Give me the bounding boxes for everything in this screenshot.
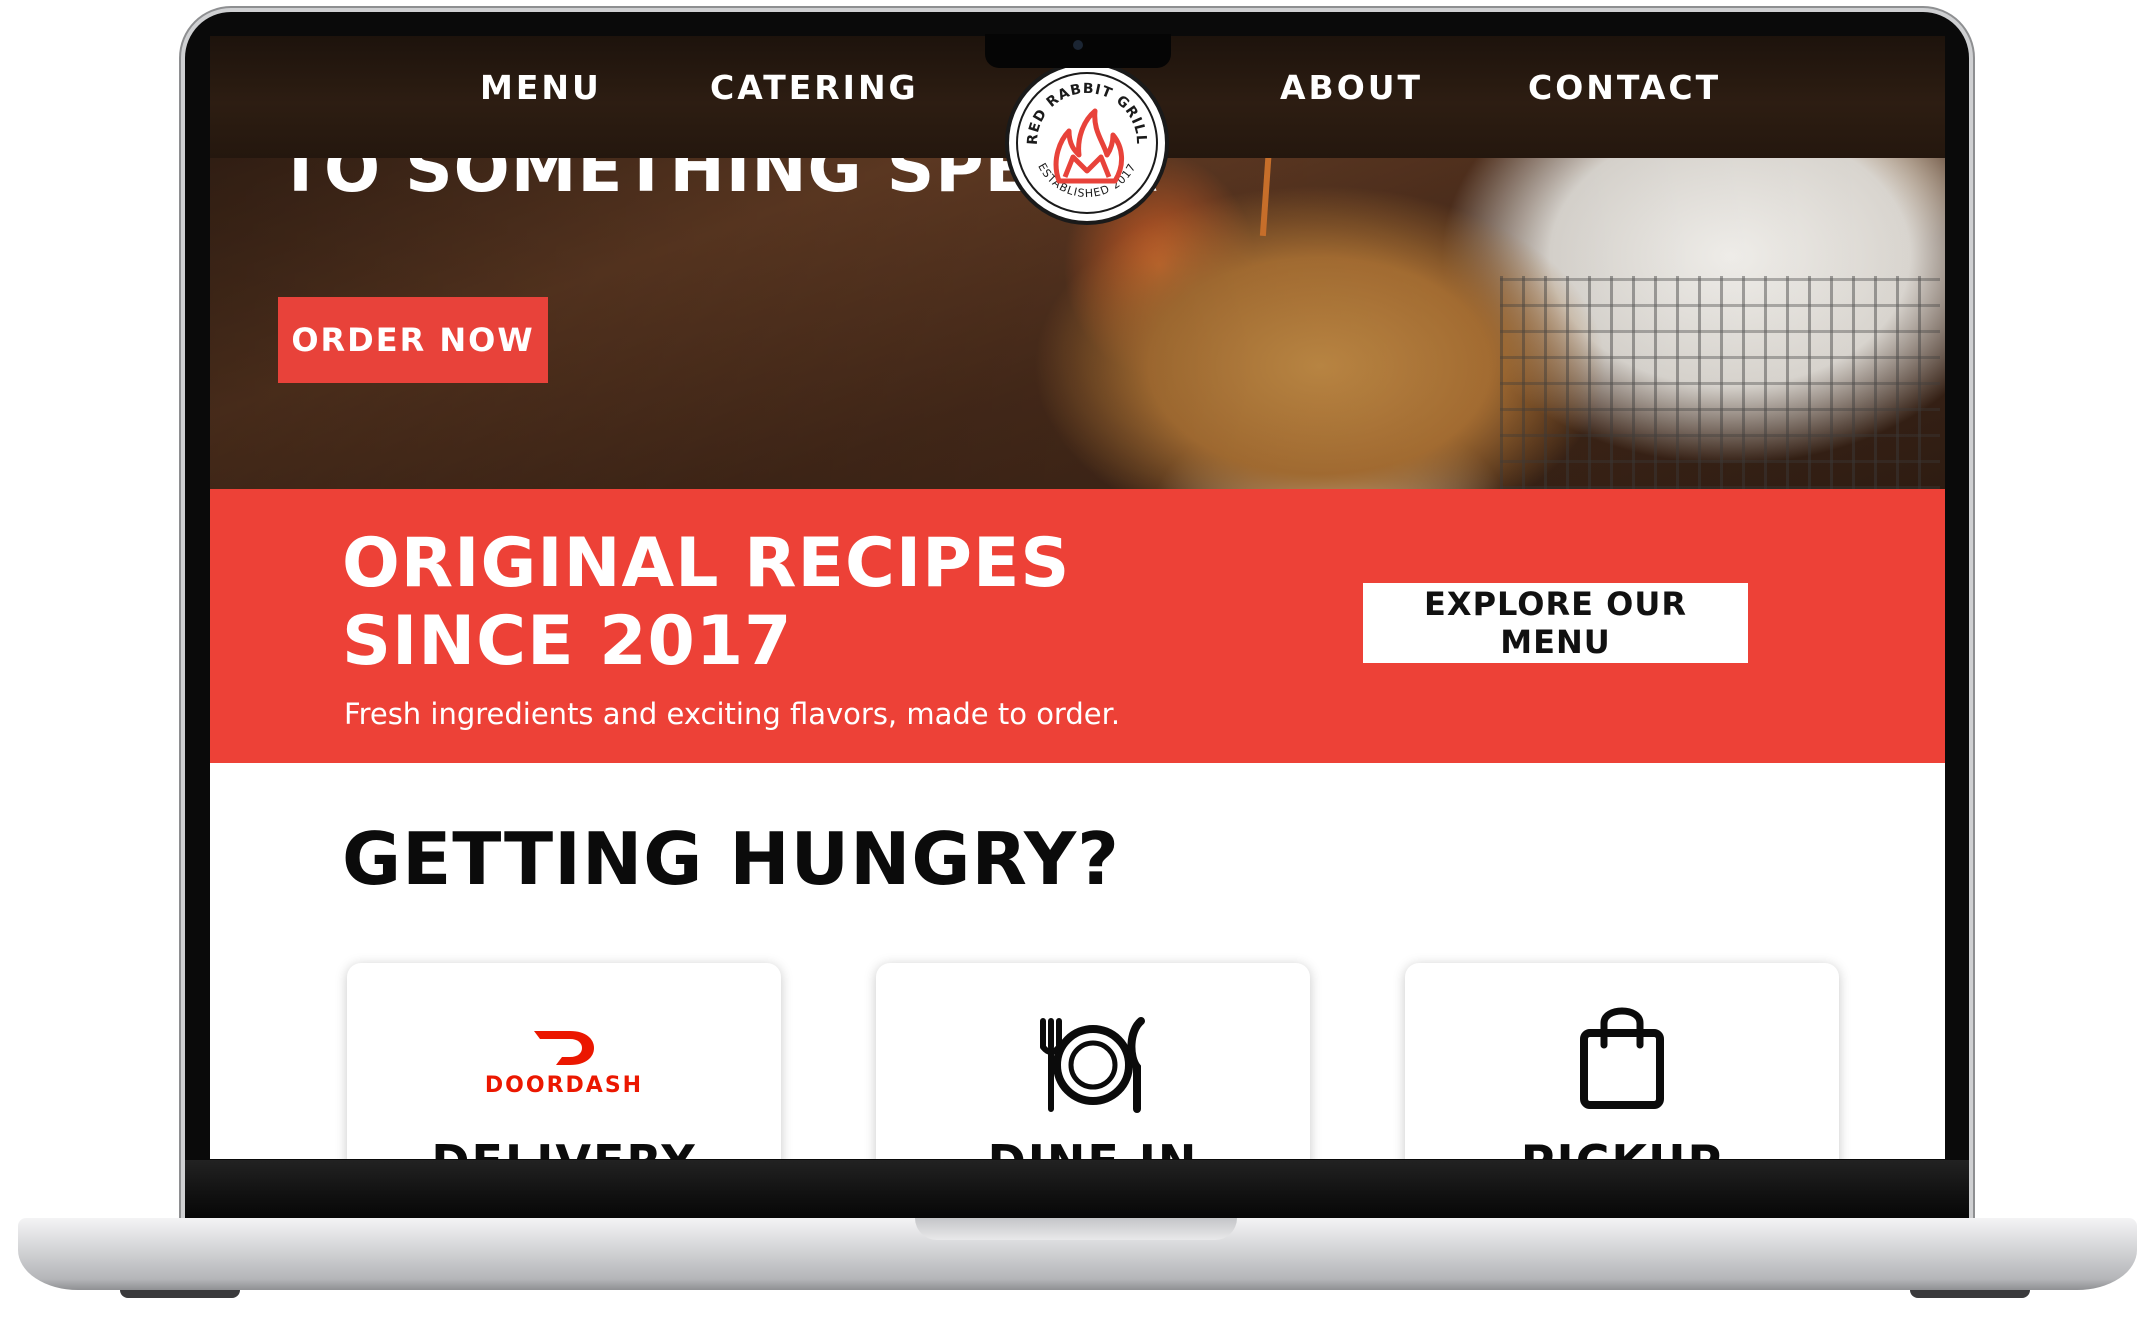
getting-hungry-section: GETTING HUNGRY? DOORDASH DELIVERY DINE I… [210,763,1945,1159]
doordash-icon [534,1031,594,1065]
logo-badge-icon: RED RABBIT GRILL ESTABLISHED 2017 [1005,61,1169,225]
browser-viewport[interactable]: TO SOMETHING SPECIA ORDER NOW MENU CATER… [210,36,1945,1159]
shopping-bag-icon [1580,1007,1664,1109]
nav-item-catering[interactable]: CATERING [710,68,919,107]
doordash-wordmark: DOORDASH [484,1073,644,1098]
laptop-foot [1910,1290,2030,1298]
red-rabbit-grill-logo[interactable]: RED RABBIT GRILL ESTABLISHED 2017 [1003,59,1171,227]
plate-utensils-icon [1040,1017,1145,1113]
card-label: DINE IN [876,1135,1310,1159]
order-now-button[interactable]: ORDER NOW [278,297,548,383]
camera-notch [985,34,1171,68]
laptop-chin [185,1160,1969,1218]
pickup-card[interactable]: PICKUP [1405,963,1839,1159]
nav-item-contact[interactable]: CONTACT [1528,68,1721,107]
banner-title: ORIGINAL RECIPES SINCE 2017 [342,525,1070,681]
section-title: GETTING HUNGRY? [342,817,1120,901]
card-label: DELIVERY [347,1135,781,1159]
banner-title-line: SINCE 2017 [342,602,793,681]
delivery-card[interactable]: DOORDASH DELIVERY [347,963,781,1159]
laptop-foot [120,1290,240,1298]
nav-item-about[interactable]: ABOUT [1280,68,1423,107]
card-label: PICKUP [1405,1135,1839,1159]
nav-item-menu[interactable]: MENU [480,68,602,107]
camera-icon [1073,40,1083,50]
explore-menu-button[interactable]: EXPLORE OUR MENU [1363,583,1748,663]
banner-subtitle: Fresh ingredients and exciting flavors, … [344,697,1121,731]
recipes-banner: ORIGINAL RECIPES SINCE 2017 Fresh ingred… [210,489,1945,763]
dine-in-card[interactable]: DINE IN [876,963,1310,1159]
laptop-lid-groove [915,1218,1237,1240]
banner-title-line: ORIGINAL RECIPES [342,524,1071,603]
